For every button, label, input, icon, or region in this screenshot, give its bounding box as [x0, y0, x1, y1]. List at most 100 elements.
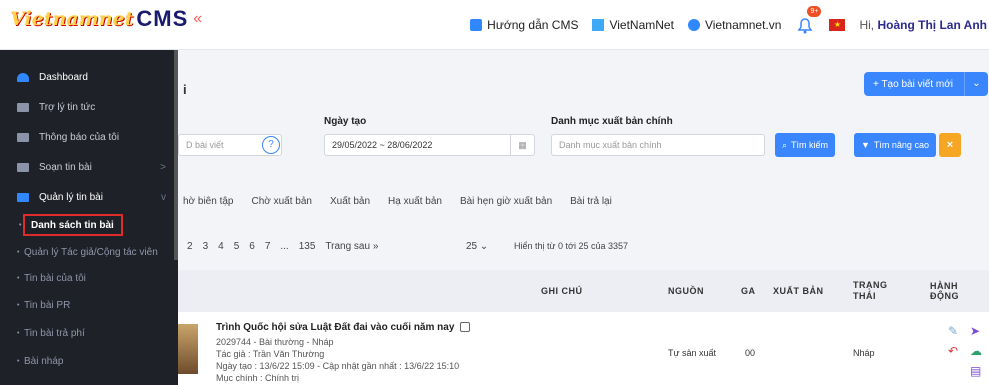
tab-waiting-publish[interactable]: Chờ xuất bản [251, 196, 311, 207]
sidebar-item-news-assistant[interactable]: Trợ lý tin tức [0, 92, 178, 122]
send-icon[interactable]: ➤ [970, 324, 980, 338]
link-cms-guide[interactable]: Hướng dẫn CMS [470, 18, 578, 32]
category-select[interactable]: Danh mục xuất bản chính [551, 134, 765, 156]
sidebar-item-label: Trợ lý tin tức [39, 101, 96, 113]
sidebar-sub-authors[interactable]: Quản lý Tác giả/Cộng tác viên [0, 239, 178, 265]
logo[interactable]: Vietnamnet CMS « [10, 6, 202, 32]
id-placeholder: D bài viết [186, 140, 224, 150]
compose-icon [17, 162, 29, 172]
copy-icon[interactable] [460, 322, 471, 333]
cell-status: Nháp [853, 348, 875, 358]
article-category: Mục chính : Chính trị [216, 373, 300, 383]
filter-icon: ▼ [861, 140, 870, 150]
col-ga: GA [741, 286, 756, 296]
guide-icon [470, 19, 483, 31]
sidebar-item-manage-articles[interactable]: Quản lý tin bài v [0, 182, 178, 212]
advanced-search-label: Tìm nâng cao [873, 140, 929, 150]
search-icon: ⌕ [782, 139, 788, 150]
upload-icon[interactable]: ☁ [970, 344, 982, 358]
sidebar-item-label: Quản lý tin bài [39, 191, 103, 203]
article-dates: Ngày tạo : 13/6/22 15:09 - Cập nhật gần … [216, 361, 460, 371]
date-range-value: 29/05/2022 ~ 28/06/2022 [332, 140, 433, 150]
col-publish: XUẤT BẢN [773, 286, 824, 296]
date-range-input[interactable]: 29/05/2022 ~ 28/06/2022 ▦ [324, 134, 535, 156]
sidebar-sub-my-articles[interactable]: Tin bài của tôi [0, 265, 178, 291]
create-article-button[interactable]: + Tạo bài viết mới ⌄ [864, 72, 988, 96]
chevron-down-icon[interactable]: ⌄ [964, 72, 988, 96]
top-links: Hướng dẫn CMS VietNamNet Vietnamnet.vn 9… [470, 0, 989, 50]
tab-returned[interactable]: Bài trả lại [570, 196, 612, 207]
page-link[interactable]: 4 [218, 241, 224, 252]
page-link[interactable]: 6 [249, 241, 255, 252]
article-thumbnail[interactable] [178, 324, 198, 374]
date-label: Ngày tạo [324, 116, 367, 127]
cms-app: Vietnamnet CMS « Hướng dẫn CMS VietNamNe… [0, 0, 989, 385]
reply-icon[interactable]: ↶ [948, 344, 958, 358]
link-vietnamnet-vn[interactable]: Vietnamnet.vn [687, 18, 781, 32]
sidebar-item-dashboard[interactable]: Dashboard [0, 62, 178, 92]
logo-vietnamnet: Vietnamnet [10, 8, 134, 30]
link-label: Hướng dẫn CMS [487, 18, 579, 32]
article-author: Tác giả : Trần Văn Thường [216, 349, 325, 359]
notification-badge: 9+ [807, 6, 822, 17]
sidebar-item-my-notifications[interactable]: Thông báo của tôi [0, 122, 178, 152]
sidebar-sub-paid-articles[interactable]: Tin bài trả phí [0, 320, 178, 346]
status-tabs: hờ biên tập Chờ xuất bản Xuất bản Hạ xuấ… [183, 196, 612, 207]
calendar-icon[interactable]: ▦ [510, 135, 534, 155]
sidebar-item-label: Dashboard [39, 71, 88, 83]
page-title: i [183, 82, 187, 97]
notification-bell-icon[interactable]: 9+ [795, 6, 822, 35]
edit-icon[interactable]: ✎ [948, 324, 958, 338]
tab-editing[interactable]: hờ biên tập [183, 196, 233, 207]
help-icon[interactable]: ? [262, 136, 280, 154]
page-info: Hiển thị từ 0 tới 25 của 3357 [514, 241, 628, 251]
tab-scheduled[interactable]: Bài hẹn giờ xuất bản [460, 196, 552, 207]
article-meta-id: 2029744 - Bài thường - Nháp [216, 337, 334, 347]
category-label: Danh mục xuất bản chính [551, 116, 673, 127]
notification-icon [17, 132, 29, 142]
sidebar-sub-article-list[interactable]: Danh sách tin bài [19, 214, 123, 236]
col-note: GHI CHÚ [541, 286, 583, 296]
search-label: Tìm kiếm [791, 140, 829, 150]
sidebar-sub-drafts[interactable]: Bài nháp [0, 348, 178, 374]
collapse-sidebar-icon[interactable]: « [193, 10, 202, 28]
col-status: TRẠNG THÁI [853, 280, 888, 301]
cell-ga: 00 [745, 348, 756, 358]
main-content: i + Tạo bài viết mới ⌄ D bài viết ? Ngày … [178, 50, 989, 385]
building-icon [592, 19, 605, 31]
tab-unpublished[interactable]: Hạ xuất bản [388, 196, 442, 207]
pagination: 2 3 4 5 6 7 ... 135 Trang sau » [187, 241, 378, 252]
globe-icon [687, 19, 700, 31]
sidebar-item-label: Thông báo của tôi [39, 131, 120, 143]
search-button[interactable]: ⌕ Tìm kiếm [775, 133, 836, 157]
assistant-icon [17, 102, 29, 112]
page-size-select[interactable]: 25 ⌄ [466, 241, 488, 252]
create-article-label: + Tạo bài viết mới [873, 78, 954, 90]
user-greeting[interactable]: Hi, Hoàng Thị Lan Anh [859, 18, 987, 32]
greeting-text: Hi, [859, 18, 875, 32]
folder-icon [17, 192, 29, 202]
link-vietnamnet[interactable]: VietNamNet [592, 18, 674, 32]
vietnam-flag-icon[interactable]: ★ [829, 19, 846, 31]
chevron-right-icon: > [160, 161, 166, 173]
copy-article-icon[interactable]: ▤ [970, 364, 981, 378]
table-header: GHI CHÚ NGUỒN GA XUẤT BẢN TRẠNG THÁI HÀN… [178, 270, 989, 312]
clear-filters-button[interactable]: × [939, 133, 961, 157]
cell-source: Tự sản xuất [668, 348, 717, 358]
tab-published[interactable]: Xuất bản [330, 196, 370, 207]
page-link[interactable]: 135 [299, 241, 316, 252]
table-row: Trình Quốc hội sửa Luật Đất đai vào cuối… [178, 312, 989, 385]
page-link[interactable]: 5 [234, 241, 240, 252]
link-label: VietNamNet [609, 18, 674, 32]
article-title[interactable]: Trình Quốc hội sửa Luật Đất đai vào cuối… [216, 322, 471, 333]
page-link[interactable]: 7 [265, 241, 271, 252]
article-title-text: Trình Quốc hội sửa Luật Đất đai vào cuối… [216, 322, 455, 333]
next-page-link[interactable]: Trang sau » [325, 241, 378, 252]
sidebar-item-compose[interactable]: Soạn tin bài > [0, 152, 178, 182]
page-link[interactable]: 2 [187, 241, 193, 252]
page-ellipsis: ... [280, 241, 289, 252]
logo-cms: CMS [136, 6, 189, 31]
page-link[interactable]: 3 [203, 241, 209, 252]
advanced-search-button[interactable]: ▼ Tìm nâng cao [854, 133, 936, 157]
sidebar-sub-pr-articles[interactable]: Tin bài PR [0, 292, 178, 318]
